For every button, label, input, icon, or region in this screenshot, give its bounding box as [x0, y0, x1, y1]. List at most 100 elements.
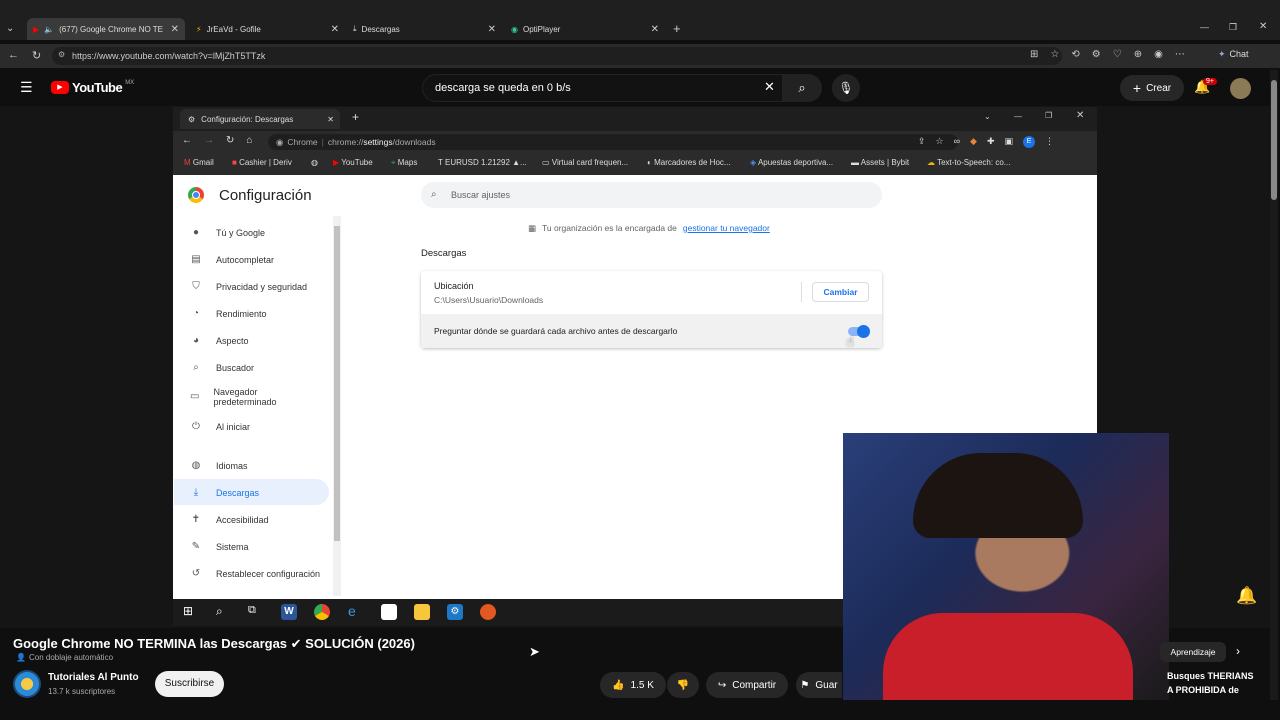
outer-tab-optiplayer[interactable]: ◉ OptiPlayer ✕	[505, 18, 665, 40]
bookmark-deriv[interactable]: ■ Cashier | Deriv	[232, 158, 292, 167]
search-icon[interactable]: ⌕	[216, 604, 223, 619]
bell-icon[interactable]: 🔔	[1236, 586, 1257, 606]
chrome-taskbar-icon[interactable]	[314, 604, 330, 620]
tab-search-icon[interactable]: ⌄	[6, 23, 14, 34]
sidebar-item-search-engine[interactable]: ⌕ Buscador	[190, 362, 330, 374]
edge-icon[interactable]: e	[348, 603, 356, 619]
menu-icon[interactable]: ☰	[20, 79, 33, 96]
like-button[interactable]: 👍 1.5 K	[600, 672, 666, 698]
youtube-search-input[interactable]: descarga se queda en 0 b/s	[422, 74, 822, 102]
bookmark-eurusd[interactable]: T EURUSD 1.21292 ▲...	[438, 158, 527, 167]
subscribe-button[interactable]: Suscribirse	[155, 671, 224, 697]
outer-tab-youtube[interactable]: ▶ 🔈 (677) Google Chrome NO TE ✕	[27, 18, 185, 40]
channel-avatar[interactable]	[13, 670, 41, 698]
star-icon[interactable]: ☆	[936, 136, 944, 148]
dislike-button[interactable]: 👎	[667, 672, 699, 698]
clear-search-icon[interactable]: ✕	[764, 79, 775, 95]
close-window-icon[interactable]: ✕	[1259, 21, 1267, 32]
store-icon[interactable]	[381, 604, 397, 620]
more-icon[interactable]: ⋮	[1045, 136, 1054, 148]
scrollbar[interactable]	[1270, 70, 1278, 700]
restore-icon[interactable]: ❐	[1045, 111, 1052, 120]
new-tab-icon[interactable]: +	[673, 21, 681, 36]
sidebar-scrollbar-thumb[interactable]	[334, 226, 340, 541]
reload-icon[interactable]: ↻	[32, 49, 41, 62]
back-icon[interactable]: ←	[8, 49, 19, 61]
profile-icon[interactable]: ◉	[1154, 49, 1163, 60]
new-tab-icon[interactable]: +	[352, 110, 359, 124]
chevron-right-icon[interactable]: ›	[1236, 644, 1240, 658]
more-icon[interactable]: ⋯	[1175, 49, 1185, 60]
home-icon[interactable]: ⌂	[246, 135, 252, 146]
sidebar-scrollbar[interactable]	[333, 216, 341, 596]
scrollbar-thumb[interactable]	[1271, 80, 1277, 200]
bookmark-maps[interactable]: ⌖ Maps	[391, 158, 417, 168]
outer-tab-gofile[interactable]: ⚡ JrEaVd - Gofile ✕	[190, 18, 345, 40]
close-icon[interactable]: ✕	[171, 24, 179, 35]
star-icon[interactable]: ☆	[1050, 49, 1059, 60]
share-button[interactable]: ↪ Compartir	[706, 672, 788, 698]
search-button[interactable]: ⌕	[782, 74, 822, 102]
avatar[interactable]	[1230, 78, 1251, 99]
extensions-icon[interactable]: ⟲	[1071, 49, 1079, 60]
bookmark-marcadores[interactable]: ◐ Marcadores de Hoc...	[647, 158, 731, 167]
settings-search-input[interactable]: Buscar ajustes	[421, 182, 882, 208]
windows-start-icon[interactable]: ⊞	[183, 604, 193, 618]
chat-button[interactable]: ✦ Chat	[1218, 49, 1249, 60]
task-view-icon[interactable]: ⧉	[248, 604, 256, 617]
sidebar-item-performance[interactable]: ◔ Rendimiento	[190, 308, 330, 320]
site-info-icon[interactable]: ⚙	[58, 50, 65, 59]
close-icon[interactable]: ✕	[327, 115, 334, 124]
manage-browser-link[interactable]: gestionar tu navegador	[683, 223, 770, 234]
close-window-icon[interactable]: ✕	[1076, 110, 1084, 121]
sidebar-item-downloads[interactable]: ⤓ Descargas	[190, 487, 330, 499]
bookmark-apuestas[interactable]: ◈ Apuestas deportiva...	[750, 158, 833, 167]
change-location-button[interactable]: Cambiar	[812, 282, 869, 302]
sidebar-item-default-browser[interactable]: ▭ Navegador predeterminado	[190, 387, 300, 407]
sidebar-item-autofill[interactable]: ▤ Autocompletar	[190, 254, 330, 266]
close-icon[interactable]: ✕	[651, 24, 659, 35]
sidebar-item-privacy[interactable]: ⛉ Privacidad y seguridad	[190, 281, 330, 293]
settings-icon[interactable]: ⚙	[1092, 49, 1101, 60]
voice-search-button[interactable]: 🎙	[832, 74, 860, 102]
settings-taskbar-icon[interactable]: ⚙	[447, 604, 463, 620]
bookmark-virtual-card[interactable]: ▭ Virtual card frequen...	[542, 158, 628, 167]
youtube-logo[interactable]: ▶ YouTube MX	[51, 80, 134, 95]
close-icon[interactable]: ✕	[488, 24, 496, 35]
extension-icon[interactable]: ∞	[954, 136, 960, 148]
chip-learning[interactable]: Aprendizaje	[1160, 642, 1226, 662]
close-icon[interactable]: ✕	[331, 24, 339, 35]
save-button[interactable]: ⚑ Guar	[796, 672, 842, 698]
sidepanel-icon[interactable]: ▣	[1005, 136, 1014, 148]
bookmark-bybit[interactable]: ▬ Assets | Bybit	[851, 158, 909, 167]
bookmark-tts[interactable]: ☁ Text-to-Speech: co...	[927, 158, 1010, 167]
bookmark-youtube[interactable]: ▶ YouTube	[333, 158, 373, 167]
word-icon[interactable]: W	[281, 604, 297, 620]
create-button[interactable]: + Crear	[1120, 75, 1184, 101]
sidebar-item-appearance[interactable]: ◕ Aspecto	[190, 335, 330, 347]
collections-icon[interactable]: ♡	[1113, 49, 1122, 60]
reload-icon[interactable]: ↻	[226, 135, 234, 146]
sidebar-item-accessibility[interactable]: ✝ Accesibilidad	[190, 514, 330, 526]
file-explorer-icon[interactable]	[414, 604, 430, 620]
outer-url-field[interactable]: https://www.youtube.com/watch?v=lMjZhT5T…	[52, 47, 1062, 65]
sidebar-item-system[interactable]: ✎ Sistema	[190, 541, 330, 553]
share-icon[interactable]: ⇪	[918, 136, 926, 148]
recommended-title-line[interactable]: A PROHIBIDA de	[1167, 685, 1239, 695]
forward-icon[interactable]: →	[204, 135, 214, 146]
recommended-title-line[interactable]: Busques THERIANS	[1167, 671, 1254, 681]
channel-name[interactable]: Tutoriales Al Punto	[48, 672, 139, 683]
minimize-icon[interactable]: —	[1200, 22, 1209, 32]
sidebar-item-you-and-google[interactable]: ● Tú y Google	[190, 227, 330, 239]
back-icon[interactable]: ←	[182, 135, 192, 146]
bookmark-gmail[interactable]: M Gmail	[184, 158, 214, 167]
sidebar-item-reset[interactable]: ↺ Restablecer configuración	[190, 568, 350, 580]
bookmark-globe[interactable]: ◍	[311, 158, 318, 167]
sidebar-item-on-startup[interactable]: ⏻ Al iniciar	[190, 421, 330, 433]
outer-tab-downloads[interactable]: ⤓ Descargas ✕	[347, 18, 502, 40]
fox-extension-icon[interactable]: ◆	[970, 136, 977, 148]
inner-url-field[interactable]: ◉ Chrome | chrome://settings/downloads	[268, 134, 958, 150]
restore-icon[interactable]: ❐	[1229, 22, 1237, 33]
inner-tab-settings[interactable]: ⚙ Configuración: Descargas ✕	[180, 109, 340, 129]
app-taskbar-icon[interactable]	[480, 604, 496, 620]
